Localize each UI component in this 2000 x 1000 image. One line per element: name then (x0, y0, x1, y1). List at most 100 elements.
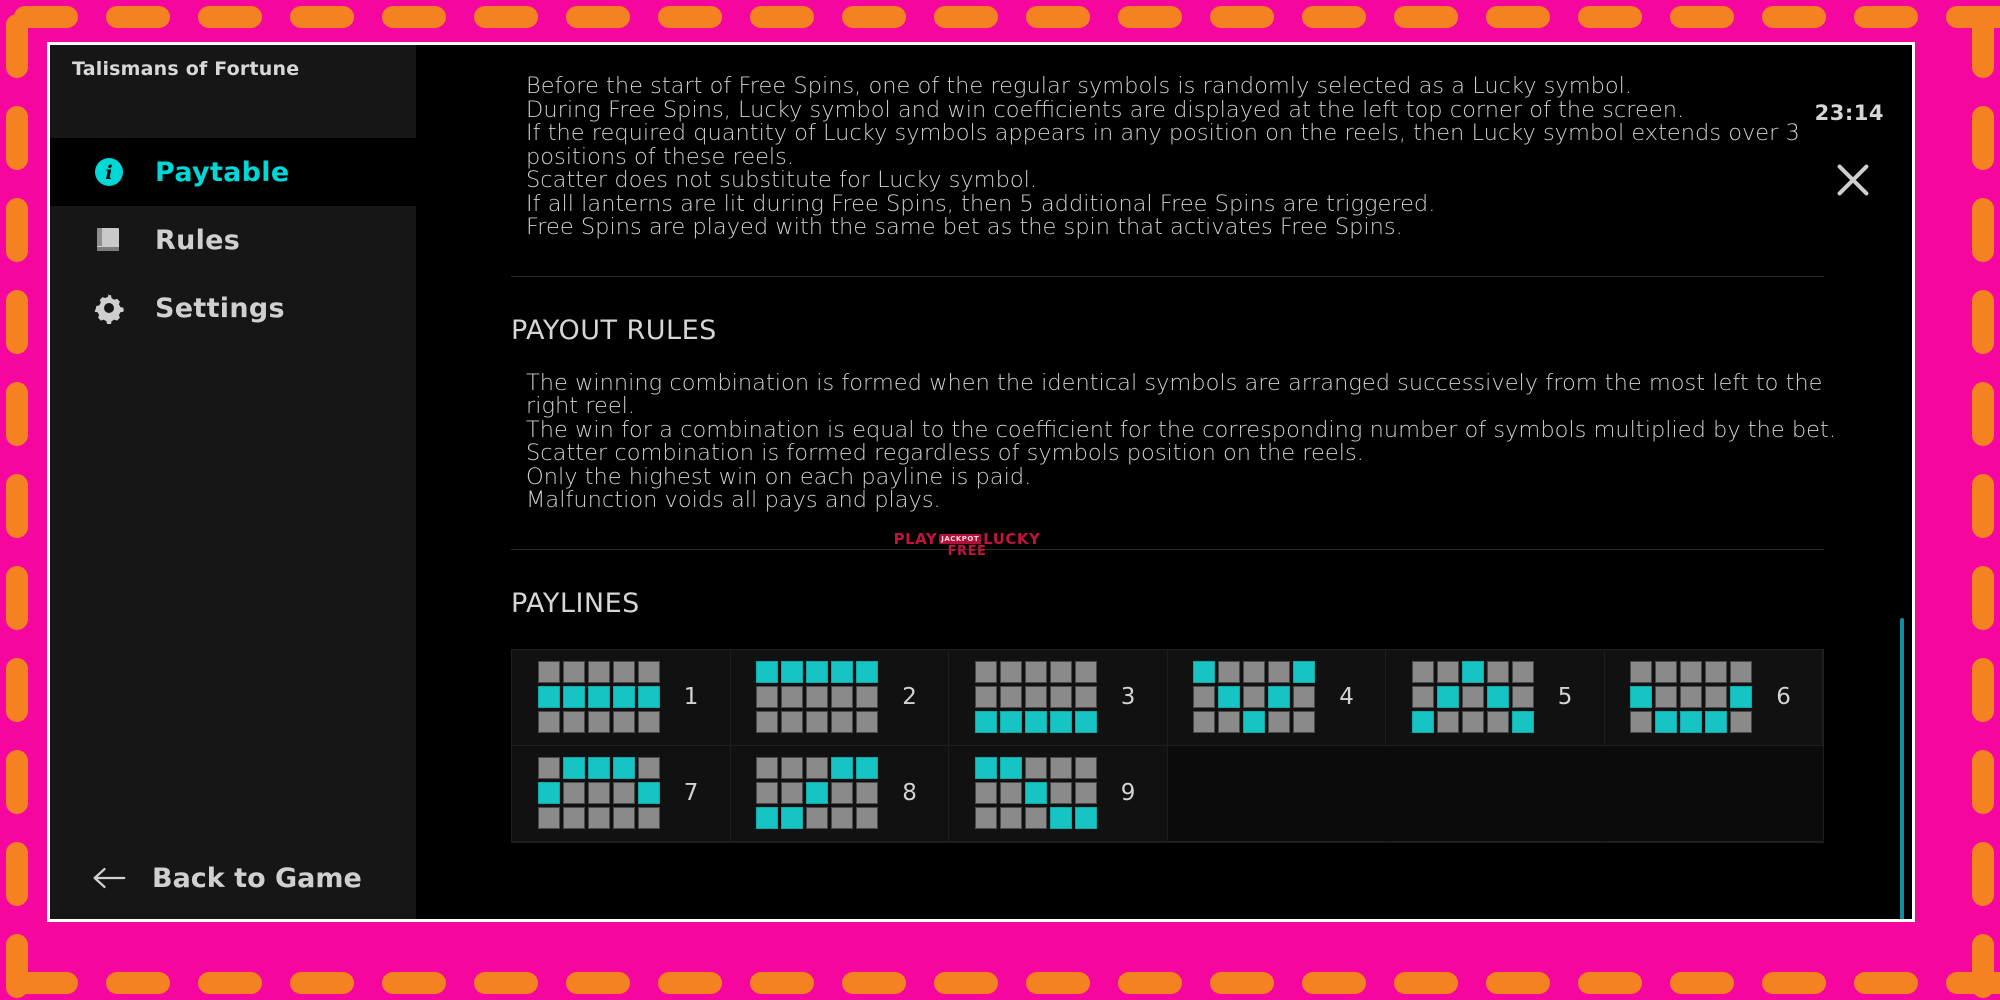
payline-box (856, 807, 879, 829)
payline-box (756, 661, 779, 683)
payline-box (781, 782, 804, 804)
payline-box (562, 757, 585, 779)
payline-box (1193, 711, 1216, 733)
back-to-game-label: Back to Game (152, 862, 362, 894)
payline-box (1074, 782, 1097, 804)
payline-cell-empty (1386, 745, 1605, 842)
sidebar-item-rules[interactable]: Rules (50, 206, 416, 274)
payline-box (1486, 686, 1509, 708)
payline-box (612, 807, 635, 829)
payline-box (831, 686, 854, 708)
scrollbar-thumb[interactable] (1900, 618, 1904, 919)
payline-box (831, 782, 854, 804)
payline-box (974, 782, 997, 804)
frame-dash (1762, 6, 1826, 28)
frame-dash (1972, 14, 1994, 78)
payline-box (974, 686, 997, 708)
payline-box (1268, 711, 1291, 733)
payline-box (781, 661, 804, 683)
frame-dash (474, 6, 538, 28)
svg-text:i: i (105, 162, 112, 184)
divider (511, 548, 1824, 550)
payline-box (1461, 686, 1484, 708)
payline-box (637, 782, 660, 804)
payline-box (1293, 711, 1316, 733)
payline-box (999, 711, 1022, 733)
sidebar-nav: i Paytable Rules Settings (50, 138, 416, 342)
frame-dash (1578, 972, 1642, 994)
payline-box (831, 661, 854, 683)
frame-dash (934, 972, 998, 994)
frame-dash (6, 290, 28, 354)
sidebar-item-settings[interactable]: Settings (50, 274, 416, 342)
payline-box (1024, 661, 1047, 683)
payline-box (806, 782, 829, 804)
sidebar: Talismans of Fortune i Paytable Rules Se… (50, 45, 417, 919)
payline-box (1024, 686, 1047, 708)
payline-cell-4: 4 (1167, 649, 1386, 746)
payline-box (856, 686, 879, 708)
gear-icon (92, 291, 126, 325)
payline-box (1411, 686, 1434, 708)
frame-dash (1972, 934, 1994, 998)
payline-box (562, 807, 585, 829)
payline-box (1074, 757, 1097, 779)
rule-line: The win for a combination is equal to th… (526, 416, 1836, 443)
payline-box (1049, 782, 1072, 804)
payline-number: 1 (683, 684, 699, 710)
payline-number: 7 (683, 780, 699, 806)
frame-dash (750, 6, 814, 28)
frame-dash (290, 6, 354, 28)
payline-box (831, 757, 854, 779)
payline-box (806, 711, 829, 733)
payline-cell-6: 6 (1604, 649, 1823, 746)
payline-box (1024, 757, 1047, 779)
frame-dash (198, 6, 262, 28)
frame-dash (1026, 6, 1090, 28)
rule-line: Only the highest win on each payline is … (526, 463, 1032, 490)
frame-dash (1118, 6, 1182, 28)
payline-box (1486, 661, 1509, 683)
payline-box (1074, 661, 1097, 683)
payline-box (637, 757, 660, 779)
frame-dash (6, 382, 28, 446)
frame-dash (1026, 972, 1090, 994)
payline-box (806, 661, 829, 683)
payline-box (1655, 661, 1678, 683)
rule-line: Before the start of Free Spins, one of t… (526, 73, 1633, 99)
rule-line: Scatter combination is formed regardless… (526, 440, 1364, 466)
sidebar-item-paytable[interactable]: i Paytable (50, 138, 416, 206)
payline-cell-5: 5 (1386, 649, 1605, 746)
payline-box (1680, 661, 1703, 683)
payline-box (587, 711, 610, 733)
payline-box (756, 686, 779, 708)
frame-dash (1972, 842, 1994, 906)
payline-box (806, 757, 829, 779)
payline-box (587, 757, 610, 779)
payline-box (1730, 686, 1753, 708)
back-to-game-button[interactable]: Back to Game (50, 837, 416, 919)
frame-dash (6, 474, 28, 538)
paytable-content: Before the start of Free Spins, one of t… (417, 45, 1912, 919)
rule-line: The winning combination is formed when t… (526, 369, 1830, 419)
book-icon (92, 223, 126, 257)
payline-box (1024, 782, 1047, 804)
frame-dash (106, 6, 170, 28)
payline-box (562, 686, 585, 708)
payline-box (1705, 711, 1728, 733)
sidebar-header: Talismans of Fortune (50, 45, 416, 118)
payline-box (856, 711, 879, 733)
payline-pattern (756, 757, 879, 829)
payline-box (1461, 661, 1484, 683)
frame-dash (1670, 6, 1734, 28)
payline-box (781, 757, 804, 779)
payline-cell-empty (1167, 745, 1386, 842)
frame-dash (1670, 972, 1734, 994)
frame-dash (1972, 382, 1994, 446)
payline-box (1049, 711, 1072, 733)
payline-box (1655, 686, 1678, 708)
payline-box (1630, 661, 1653, 683)
payline-cell-2: 2 (730, 649, 949, 746)
payline-pattern (756, 661, 879, 733)
payline-box (587, 686, 610, 708)
